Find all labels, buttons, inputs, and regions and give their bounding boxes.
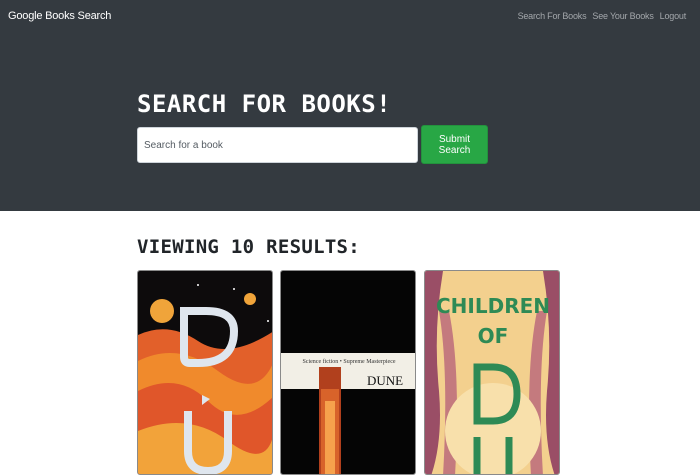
- nav-links: Search For Books See Your Books Logout: [518, 11, 687, 21]
- nav-link-logout[interactable]: Logout: [660, 11, 687, 21]
- cover-title: CHILDREN: [436, 294, 550, 318]
- book-card[interactable]: CHILDREN OF: [424, 270, 560, 475]
- svg-text:OF: OF: [478, 324, 509, 348]
- search-hero: Search for Books! Submit Search: [0, 36, 700, 211]
- cover-subtitle: Science fiction • Supreme Masterpiece: [302, 358, 395, 365]
- book-cover-image: [138, 271, 272, 474]
- navbar: Google Books Search Search For Books See…: [0, 0, 700, 36]
- book-card[interactable]: [137, 270, 273, 475]
- book-card[interactable]: Science fiction • Supreme Masterpiece DU…: [280, 270, 416, 475]
- book-cover-image: Science fiction • Supreme Masterpiece DU…: [281, 271, 415, 474]
- search-input[interactable]: [137, 127, 418, 163]
- nav-link-saved[interactable]: See Your Books: [592, 11, 653, 21]
- nav-link-search[interactable]: Search For Books: [518, 11, 587, 21]
- submit-search-button[interactable]: Submit Search: [421, 125, 488, 164]
- book-cover-image: CHILDREN OF: [425, 271, 559, 474]
- results-title: Viewing 10 results:: [137, 236, 361, 258]
- cover-title: DUNE: [367, 373, 403, 388]
- page-title: Search for Books!: [137, 90, 392, 118]
- brand-link[interactable]: Google Books Search: [8, 10, 111, 22]
